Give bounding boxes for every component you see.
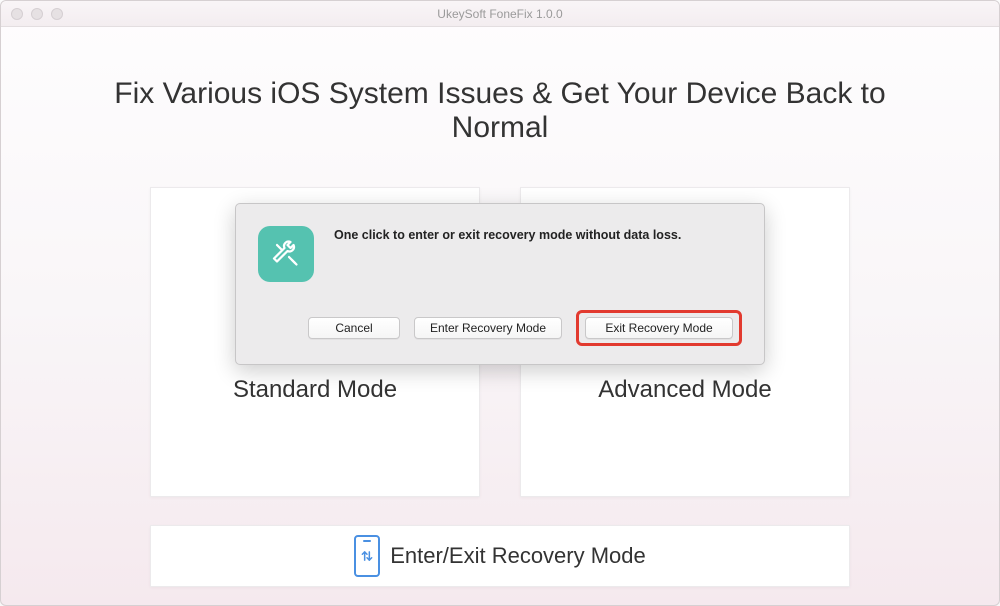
phone-recovery-icon	[354, 535, 380, 577]
advanced-mode-label: Advanced Mode	[598, 376, 771, 404]
recovery-mode-bar[interactable]: Enter/Exit Recovery Mode	[150, 525, 850, 587]
exit-recovery-button[interactable]: Exit Recovery Mode	[585, 317, 733, 339]
dialog-buttons: Cancel Enter Recovery Mode Exit Recovery…	[258, 310, 742, 346]
enter-recovery-button[interactable]: Enter Recovery Mode	[414, 317, 562, 339]
close-window-button[interactable]	[11, 8, 23, 20]
window-title: UkeySoft FoneFix 1.0.0	[1, 7, 999, 21]
window-controls	[11, 8, 63, 20]
recovery-dialog: One click to enter or exit recovery mode…	[235, 203, 765, 365]
highlight-annotation: Exit Recovery Mode	[576, 310, 742, 346]
dialog-body: One click to enter or exit recovery mode…	[258, 226, 742, 282]
minimize-window-button[interactable]	[31, 8, 43, 20]
dialog-message: One click to enter or exit recovery mode…	[334, 226, 681, 242]
recovery-mode-label: Enter/Exit Recovery Mode	[390, 543, 646, 569]
titlebar: UkeySoft FoneFix 1.0.0	[1, 1, 999, 27]
cancel-button[interactable]: Cancel	[308, 317, 400, 339]
tools-icon	[258, 226, 314, 282]
page-title: Fix Various iOS System Issues & Get Your…	[89, 77, 911, 145]
standard-mode-label: Standard Mode	[233, 376, 397, 404]
zoom-window-button[interactable]	[51, 8, 63, 20]
app-window: UkeySoft FoneFix 1.0.0 Fix Various iOS S…	[0, 0, 1000, 606]
